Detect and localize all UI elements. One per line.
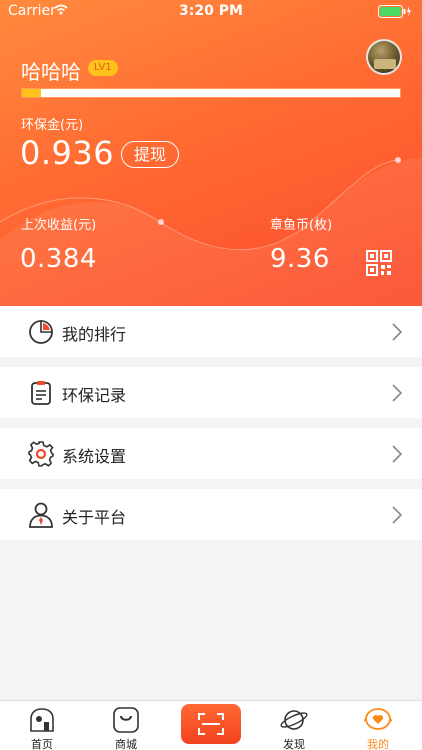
tab-label: 商城 (115, 738, 137, 750)
chevron-right-icon (392, 506, 402, 524)
last-income-value: 0.384 (20, 244, 97, 274)
avatar[interactable] (366, 39, 402, 75)
profile-header: Carrier 3:20 PM 哈哈哈 LV1 环保金(元) 0.936 提现 … (0, 0, 422, 306)
status-bar: Carrier 3:20 PM (0, 0, 422, 24)
shop-icon (113, 707, 139, 733)
octopus-icon (364, 708, 392, 730)
scan-icon (198, 713, 224, 735)
menu-label: 系统设置 (62, 447, 127, 466)
chevron-right-icon (392, 445, 402, 463)
clock: 3:20 PM (179, 3, 243, 19)
tab-label: 我的 (367, 738, 389, 750)
user-name: 哈哈哈 (21, 60, 81, 84)
chevron-right-icon (392, 323, 402, 341)
menu-label: 环保记录 (62, 386, 127, 405)
gear-icon (28, 441, 54, 467)
home-icon (30, 708, 54, 732)
eco-gold-label: 环保金(元) (21, 118, 84, 133)
chevron-right-icon (392, 384, 402, 402)
last-income-label: 上次收益(元) (21, 218, 97, 233)
user-icon (29, 502, 53, 528)
coins-value: 9.36 (270, 244, 330, 274)
scan-button[interactable] (181, 704, 241, 744)
eco-gold-value: 0.936 (20, 134, 115, 172)
menu-label: 关于平台 (62, 508, 127, 527)
menu-label: 我的排行 (62, 325, 127, 344)
menu-item-about[interactable]: 关于平台 (0, 489, 422, 540)
withdraw-button[interactable]: 提现 (121, 141, 179, 168)
ranking-chart-icon (29, 320, 53, 344)
clipboard-icon (31, 381, 51, 405)
tab-shop[interactable]: 商城 (84, 701, 168, 750)
level-progress-fill (22, 89, 41, 97)
tab-home[interactable]: 首页 (0, 701, 84, 750)
level-badge: LV1 (88, 60, 118, 76)
menu-item-settings[interactable]: 系统设置 (0, 428, 422, 479)
coins-label: 章鱼币(枚) (270, 218, 333, 233)
battery-icon (378, 5, 411, 18)
tab-discover[interactable]: 发现 (252, 701, 336, 750)
tab-label: 发现 (283, 738, 305, 750)
level-progress-bar (21, 88, 401, 98)
planet-icon (280, 710, 308, 730)
menu-list: 我的排行 环保记录 系统设置 关于平台 (0, 306, 422, 550)
menu-item-ranking[interactable]: 我的排行 (0, 306, 422, 357)
menu-item-eco-records[interactable]: 环保记录 (0, 367, 422, 418)
tab-mine[interactable]: 我的 (336, 701, 420, 750)
qr-code-icon[interactable] (366, 250, 392, 276)
tab-label: 首页 (31, 738, 53, 750)
